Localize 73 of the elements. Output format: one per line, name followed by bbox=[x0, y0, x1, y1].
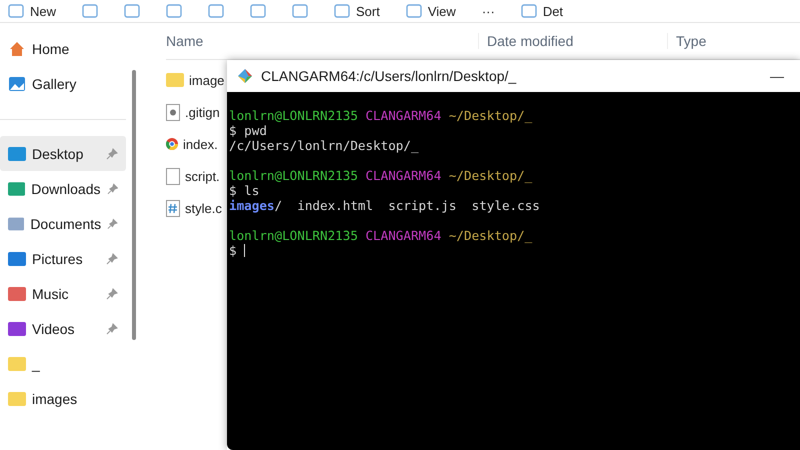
file-icon bbox=[166, 168, 180, 184]
toolbar-icon[interactable] bbox=[124, 4, 140, 18]
toolbar-icon[interactable] bbox=[406, 4, 422, 18]
terminal-text: $ pwd bbox=[229, 123, 267, 138]
folder-icon bbox=[8, 286, 26, 300]
toolbar-button[interactable]: Sort bbox=[356, 4, 380, 18]
folder-icon bbox=[8, 146, 26, 160]
app-logo-icon bbox=[237, 68, 253, 84]
file-row[interactable]: script. bbox=[166, 160, 220, 192]
folder-icon bbox=[8, 392, 26, 406]
terminal-text: /c/Users/lonlrn/Desktop/_ bbox=[229, 138, 419, 153]
toolbar-icon[interactable] bbox=[334, 4, 350, 18]
terminal-text: lonlrn@LONLRN2135 bbox=[229, 108, 358, 123]
home-icon bbox=[8, 40, 26, 58]
toolbar-icon[interactable] bbox=[82, 4, 98, 18]
terminal-text: images bbox=[229, 198, 274, 213]
sidebar-item[interactable]: Documents bbox=[0, 206, 126, 241]
terminal-text: $ bbox=[229, 243, 237, 258]
terminal-text: ~/Desktop/_ bbox=[448, 228, 532, 243]
terminal-text: CLANGARM64 bbox=[365, 108, 442, 123]
sidebar-item[interactable]: Pictures bbox=[0, 241, 126, 276]
sidebar-item[interactable]: images bbox=[0, 381, 126, 416]
column-header[interactable]: Name bbox=[166, 33, 478, 49]
pin-icon[interactable] bbox=[106, 182, 118, 194]
sidebar-item[interactable]: Home bbox=[0, 31, 126, 66]
pin-icon[interactable] bbox=[106, 288, 118, 300]
sidebar-item[interactable]: Music bbox=[0, 276, 126, 311]
column-header[interactable]: Date modified bbox=[478, 33, 667, 49]
pin-icon[interactable] bbox=[106, 252, 118, 264]
toolbar-icon[interactable] bbox=[520, 4, 537, 18]
terminal-text: lonlrn@LONLRN2135 bbox=[229, 168, 358, 183]
toolbar-icon[interactable] bbox=[166, 4, 182, 18]
terminal-text: CLANGARM64 bbox=[365, 168, 442, 183]
toolbar-icon[interactable] bbox=[292, 4, 308, 18]
terminal-text: CLANGARM64 bbox=[365, 228, 442, 243]
sidebar-item[interactable]: Videos bbox=[0, 311, 126, 346]
file-row[interactable]: style.c bbox=[166, 192, 222, 224]
file-row[interactable]: index. bbox=[166, 128, 218, 160]
plus-icon[interactable] bbox=[8, 4, 24, 18]
window-title: CLANGARM64:/c/Users/lonlrn/Desktop/_ bbox=[261, 68, 518, 84]
pin-icon[interactable] bbox=[107, 218, 118, 230]
folder-icon bbox=[8, 356, 26, 370]
sidebar-item[interactable]: Gallery bbox=[0, 66, 126, 101]
toolbar-button[interactable]: View bbox=[428, 4, 456, 18]
terminal-text: ~/Desktop/_ bbox=[448, 108, 532, 123]
toolbar-button[interactable]: ··· bbox=[482, 4, 495, 18]
hash-file-icon bbox=[166, 200, 180, 216]
folder-icon bbox=[166, 73, 184, 87]
folder-icon bbox=[8, 252, 26, 266]
file-row[interactable]: .gitign bbox=[166, 96, 220, 128]
minimize-button[interactable]: — bbox=[754, 60, 800, 92]
sidebar-item[interactable]: _ bbox=[0, 346, 126, 381]
folder-icon bbox=[8, 216, 24, 230]
terminal-text: $ ls bbox=[229, 183, 260, 198]
scrollbar[interactable] bbox=[132, 70, 136, 340]
column-header[interactable]: Type bbox=[667, 33, 796, 49]
terminal-text: ~/Desktop/_ bbox=[448, 168, 532, 183]
toolbar-button[interactable]: Det bbox=[542, 4, 564, 18]
sidebar-item[interactable]: Downloads bbox=[0, 171, 126, 206]
folder-icon bbox=[8, 182, 26, 196]
gallery-icon bbox=[8, 74, 26, 92]
toolbar-icon[interactable] bbox=[250, 4, 266, 18]
terminal-text: lonlrn@LONLRN2135 bbox=[229, 228, 358, 243]
toolbar-button[interactable]: New bbox=[30, 4, 56, 18]
toolbar-icon[interactable] bbox=[208, 4, 224, 18]
browser-icon bbox=[166, 138, 178, 150]
terminal-text: / index.html script.js style.css bbox=[274, 198, 540, 213]
file-row[interactable]: image bbox=[166, 64, 224, 96]
folder-icon bbox=[8, 322, 26, 336]
pin-icon[interactable] bbox=[106, 322, 118, 334]
pin-icon[interactable] bbox=[106, 148, 118, 160]
gear-file-icon bbox=[166, 104, 180, 120]
sidebar-item[interactable]: Desktop bbox=[0, 136, 126, 171]
